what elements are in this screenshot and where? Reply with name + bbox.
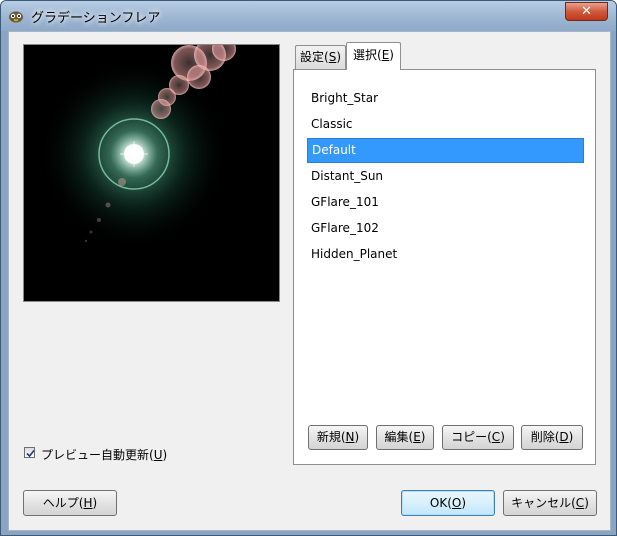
- list-item-gflare-101[interactable]: GFlare_101: [307, 190, 584, 215]
- cancel-button[interactable]: キャンセル(C): [503, 490, 597, 516]
- dialog-client-area: プレビュー自動更新(U) 設定(S) 選択(E) Bright_Star Cla…: [8, 31, 611, 531]
- edit-button[interactable]: 編集(E): [376, 425, 434, 450]
- auto-update-preview-label: プレビュー自動更新(U): [41, 448, 168, 462]
- list-item-classic[interactable]: Classic: [307, 112, 584, 137]
- list-item-gflare-102[interactable]: GFlare_102: [307, 216, 584, 241]
- tab-settings[interactable]: 設定(S): [295, 45, 346, 69]
- select-tab-panel: Bright_Star Classic Default Distant_Sun …: [293, 69, 596, 465]
- gimp-app-icon: [9, 11, 23, 23]
- checkmark-icon: [26, 449, 35, 458]
- delete-button[interactable]: 削除(D): [521, 425, 583, 450]
- list-item-bright-star[interactable]: Bright_Star: [307, 86, 584, 111]
- list-item-hidden-planet[interactable]: Hidden_Planet: [307, 242, 584, 267]
- window-title: グラデーションフレア: [31, 11, 161, 26]
- list-item-default[interactable]: Default: [307, 138, 584, 163]
- copy-button[interactable]: コピー(C): [442, 425, 514, 450]
- close-icon: ✕: [581, 4, 592, 19]
- title-bar[interactable]: グラデーションフレア ✕: [1, 1, 616, 31]
- list-item-distant-sun[interactable]: Distant_Sun: [307, 164, 584, 189]
- flare-preview: [23, 44, 280, 302]
- ok-button[interactable]: OK(O): [401, 490, 495, 516]
- auto-update-preview-checkbox[interactable]: [24, 447, 35, 458]
- close-button[interactable]: ✕: [565, 2, 608, 21]
- tab-select[interactable]: 選択(E): [346, 42, 401, 70]
- new-button[interactable]: 新規(N): [308, 425, 368, 450]
- help-button[interactable]: ヘルプ(H): [23, 490, 117, 516]
- flare-preview-image: [39, 45, 236, 249]
- dialog-window: グラデーションフレア ✕ プレビュー自動更新(U) 設定(S) 選択(E) Br…: [0, 0, 617, 536]
